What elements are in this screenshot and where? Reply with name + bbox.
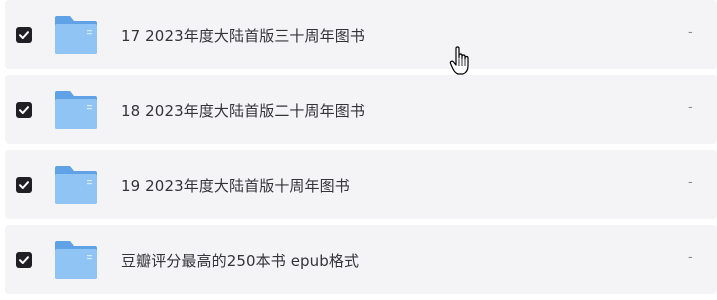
check-icon xyxy=(19,181,29,189)
file-row[interactable]: 18 2023年度大陆首版二十周年图书 - xyxy=(5,75,717,144)
folder-icon xyxy=(53,14,99,56)
file-name[interactable]: 19 2023年度大陆首版十周年图书 xyxy=(121,175,350,196)
file-meta: - xyxy=(688,100,693,115)
folder-icon xyxy=(53,239,99,281)
file-name[interactable]: 18 2023年度大陆首版二十周年图书 xyxy=(121,100,365,121)
folder-icon xyxy=(53,164,99,206)
folder-icon xyxy=(53,89,99,131)
file-meta: - xyxy=(688,25,693,40)
check-icon xyxy=(19,256,29,264)
row-checkbox[interactable] xyxy=(16,27,32,43)
check-icon xyxy=(19,106,29,114)
row-checkbox[interactable] xyxy=(16,102,32,118)
check-icon xyxy=(19,31,29,39)
row-checkbox[interactable] xyxy=(16,252,32,268)
file-row[interactable]: 19 2023年度大陆首版十周年图书 - xyxy=(5,150,717,219)
file-row[interactable]: 豆瓣评分最高的250本书 epub格式 - xyxy=(5,225,717,294)
file-name[interactable]: 豆瓣评分最高的250本书 epub格式 xyxy=(121,250,359,271)
file-row[interactable]: 17 2023年度大陆首版三十周年图书 - xyxy=(5,0,717,69)
file-meta: - xyxy=(688,250,693,265)
file-name[interactable]: 17 2023年度大陆首版三十周年图书 xyxy=(121,25,365,46)
file-meta: - xyxy=(688,175,693,190)
file-list: 17 2023年度大陆首版三十周年图书 - 18 2023年度大陆首版二十周年图… xyxy=(0,0,717,300)
row-checkbox[interactable] xyxy=(16,177,32,193)
